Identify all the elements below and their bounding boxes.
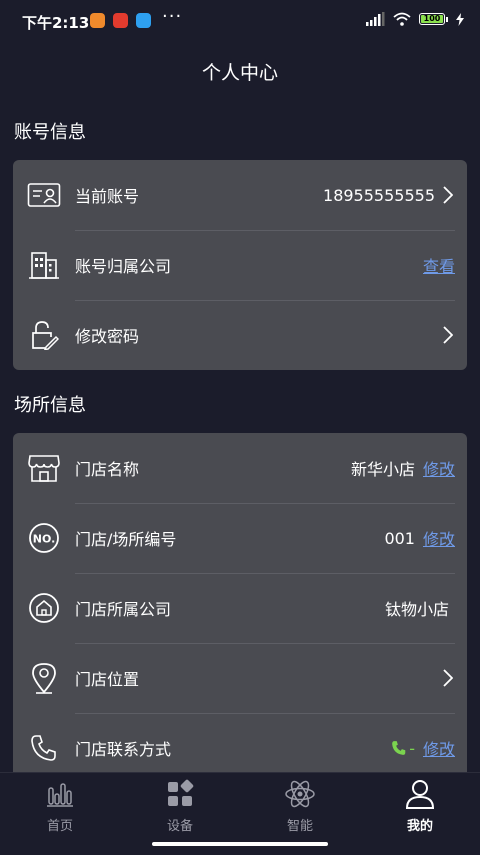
- tab-home[interactable]: 首页: [0, 777, 120, 834]
- battery-tip: [446, 16, 448, 22]
- chevron-right-icon: [443, 669, 453, 687]
- tab-smart[interactable]: 智能: [240, 777, 360, 834]
- home-indicator[interactable]: [152, 842, 328, 846]
- tab-mine-label: 我的: [406, 819, 433, 834]
- tab-home-label: 首页: [46, 819, 73, 834]
- svg-text:NO.: NO.: [33, 533, 56, 546]
- tab-devices-label: 设备: [166, 819, 193, 834]
- id-card-icon: [27, 178, 61, 212]
- store-location-label: 门店位置: [75, 670, 140, 689]
- number-badge-icon: NO.: [27, 521, 61, 555]
- tab-devices[interactable]: 设备: [120, 777, 240, 834]
- store-contact-row: 门店联系方式 - 修改: [13, 713, 467, 772]
- store-number-value: 001: [384, 528, 415, 548]
- notification-app-icon: [113, 13, 128, 28]
- edit-store-contact-link[interactable]: 修改: [423, 736, 455, 760]
- building-icon: [27, 248, 61, 282]
- current-account-label: 当前账号: [75, 187, 140, 206]
- battery-icon: 100: [419, 13, 445, 25]
- status-bar: 下午2:13 ··· 100: [0, 0, 480, 42]
- user-icon: [360, 777, 480, 811]
- bar-chart-icon: [0, 777, 120, 811]
- location-pin-icon: [27, 661, 61, 695]
- store-company-row: 门店所属公司 钛物小店: [13, 573, 467, 643]
- store-contact-value: -: [409, 738, 415, 758]
- wifi-icon: [393, 12, 411, 26]
- device-grid-icon: [120, 777, 240, 811]
- edit-store-number-link[interactable]: 修改: [423, 526, 455, 550]
- current-account-row[interactable]: 当前账号 18955555555: [13, 160, 467, 230]
- charging-icon: [456, 12, 464, 26]
- account-company-row: 账号归属公司 查看: [13, 230, 467, 300]
- store-location-row[interactable]: 门店位置: [13, 643, 467, 713]
- account-card: 当前账号 18955555555 账号归属公司 查看 修改密码: [13, 160, 467, 370]
- tab-mine[interactable]: 我的: [360, 777, 480, 834]
- change-password-label: 修改密码: [75, 327, 140, 346]
- venue-section-title: 场所信息: [14, 395, 86, 416]
- account-section-title: 账号信息: [14, 122, 86, 143]
- status-indicators: 100: [365, 12, 464, 26]
- account-company-label: 账号归属公司: [75, 257, 172, 276]
- store-name-row: 门店名称 新华小店 修改: [13, 433, 467, 503]
- venue-card: 门店名称 新华小店 修改 NO. 门店/场所编号 001 修改 门店所属公司 钛…: [13, 433, 467, 772]
- view-company-link[interactable]: 查看: [423, 253, 455, 277]
- taobao-app-icon: [90, 13, 105, 28]
- message-app-icon: [136, 13, 151, 28]
- edit-store-name-link[interactable]: 修改: [423, 456, 455, 480]
- store-number-row: NO. 门店/场所编号 001 修改: [13, 503, 467, 573]
- tab-smart-label: 智能: [286, 819, 313, 834]
- store-company-label: 门店所属公司: [75, 600, 172, 619]
- chevron-right-icon: [443, 186, 453, 204]
- chevron-right-icon: [443, 326, 453, 344]
- green-phone-icon: [392, 741, 406, 755]
- atom-icon: [240, 777, 360, 811]
- lock-edit-icon: [27, 318, 61, 352]
- storefront-icon: [27, 451, 61, 485]
- store-name-label: 门店名称: [75, 460, 140, 479]
- store-name-value: 新华小店: [350, 460, 415, 479]
- store-company-value: 钛物小店: [384, 600, 449, 619]
- signal-icon: [366, 12, 385, 26]
- current-account-value: 18955555555: [323, 185, 435, 205]
- more-notifications-icon: ···: [162, 6, 183, 27]
- status-time: 下午2:13: [22, 14, 90, 32]
- phone-icon: [27, 731, 61, 765]
- store-number-label: 门店/场所编号: [75, 530, 177, 549]
- change-password-row[interactable]: 修改密码: [13, 300, 467, 370]
- page-title: 个人中心: [201, 62, 278, 84]
- store-contact-label: 门店联系方式: [75, 740, 172, 759]
- home-circle-icon: [27, 591, 61, 625]
